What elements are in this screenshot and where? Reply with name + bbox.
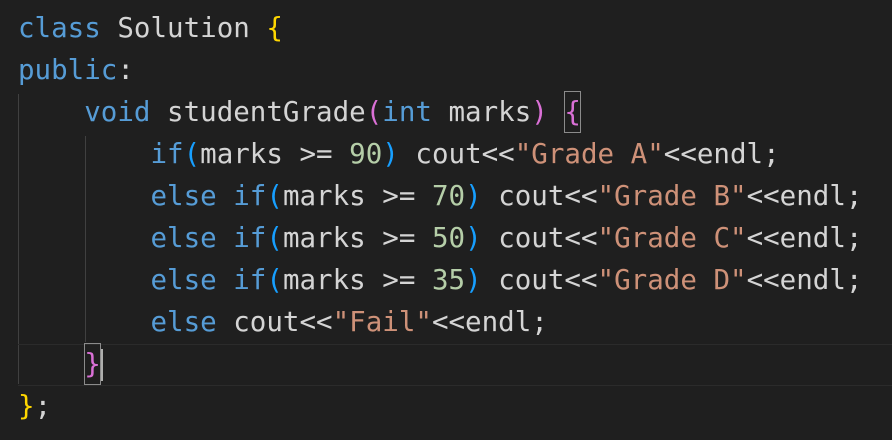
close-brace: } [18, 390, 35, 422]
string-literal: "Grade B" [597, 180, 747, 212]
string-literal: "Grade A" [514, 138, 664, 170]
code-line-5[interactable]: else if(marks >= 70) cout<<"Grade B"<<en… [18, 175, 862, 217]
endl: <<endl; [746, 222, 863, 254]
cout-stream: cout<< [481, 264, 598, 296]
else-keyword: else [150, 180, 217, 212]
endl: <<endl; [431, 306, 548, 338]
else-keyword: else [150, 222, 217, 254]
else-keyword: else [150, 264, 217, 296]
open-brace: { [266, 12, 283, 44]
matched-close-brace: } [84, 343, 101, 385]
close-paren: ) [465, 264, 482, 296]
endl: <<endl; [746, 180, 863, 212]
param-name: marks [431, 96, 532, 128]
string-literal: "Fail" [332, 306, 432, 338]
text-cursor [101, 349, 103, 381]
class-name: Solution [100, 12, 267, 44]
else-keyword: else [150, 306, 217, 338]
code-line-4[interactable]: if(marks >= 90) cout<<"Grade A"<<endl; [18, 133, 780, 175]
endl: <<endl; [663, 138, 780, 170]
condition: marks >= [200, 138, 350, 170]
string-literal: "Grade C" [597, 222, 747, 254]
code-line-1[interactable]: class Solution { [18, 7, 283, 49]
code-line-3[interactable]: void studentGrade(int marks) { [18, 91, 581, 133]
if-keyword: if [150, 138, 184, 170]
if-keyword: if [233, 264, 267, 296]
code-line-6[interactable]: else if(marks >= 50) cout<<"Grade C"<<en… [18, 217, 862, 259]
code-line-2[interactable]: public: [18, 49, 134, 91]
close-paren: ) [382, 138, 399, 170]
string-literal: "Grade D" [597, 264, 747, 296]
open-paren: ( [266, 222, 283, 254]
param-type: int [382, 96, 432, 128]
if-keyword: if [233, 180, 267, 212]
code-line-8[interactable]: else cout<<"Fail"<<endl; [18, 301, 548, 343]
close-paren: ) [465, 222, 482, 254]
open-paren: ( [183, 138, 201, 170]
semicolon: ; [34, 390, 52, 422]
number-literal: 50 [431, 222, 466, 254]
condition: marks >= [282, 264, 432, 296]
code-line-9[interactable]: } [18, 343, 101, 385]
access-specifier: public [18, 54, 118, 86]
current-line-highlight [18, 344, 892, 386]
code-line-10[interactable]: }; [18, 385, 51, 427]
open-paren: ( [266, 180, 283, 212]
function-name: studentGrade [150, 96, 366, 128]
open-paren: ( [365, 96, 383, 128]
cout-stream: cout<< [481, 222, 598, 254]
if-keyword: if [233, 222, 267, 254]
close-paren: ) [531, 96, 548, 128]
condition: marks >= [282, 180, 432, 212]
endl: <<endl; [746, 264, 863, 296]
keyword: class [18, 12, 101, 44]
colon: : [117, 54, 134, 86]
open-paren: ( [266, 264, 283, 296]
code-editor[interactable]: class Solution { public: void studentGra… [0, 0, 892, 440]
close-paren: ) [465, 180, 482, 212]
return-type: void [84, 96, 151, 128]
number-literal: 90 [349, 138, 383, 170]
number-literal: 70 [431, 180, 466, 212]
number-literal: 35 [431, 264, 466, 296]
cout-stream: cout<< [481, 180, 598, 212]
code-line-7[interactable]: else if(marks >= 35) cout<<"Grade D"<<en… [18, 259, 862, 301]
cout-stream: cout<< [398, 138, 515, 170]
cout-stream: cout<< [216, 306, 333, 338]
condition: marks >= [282, 222, 432, 254]
matched-open-brace: { [564, 91, 581, 133]
